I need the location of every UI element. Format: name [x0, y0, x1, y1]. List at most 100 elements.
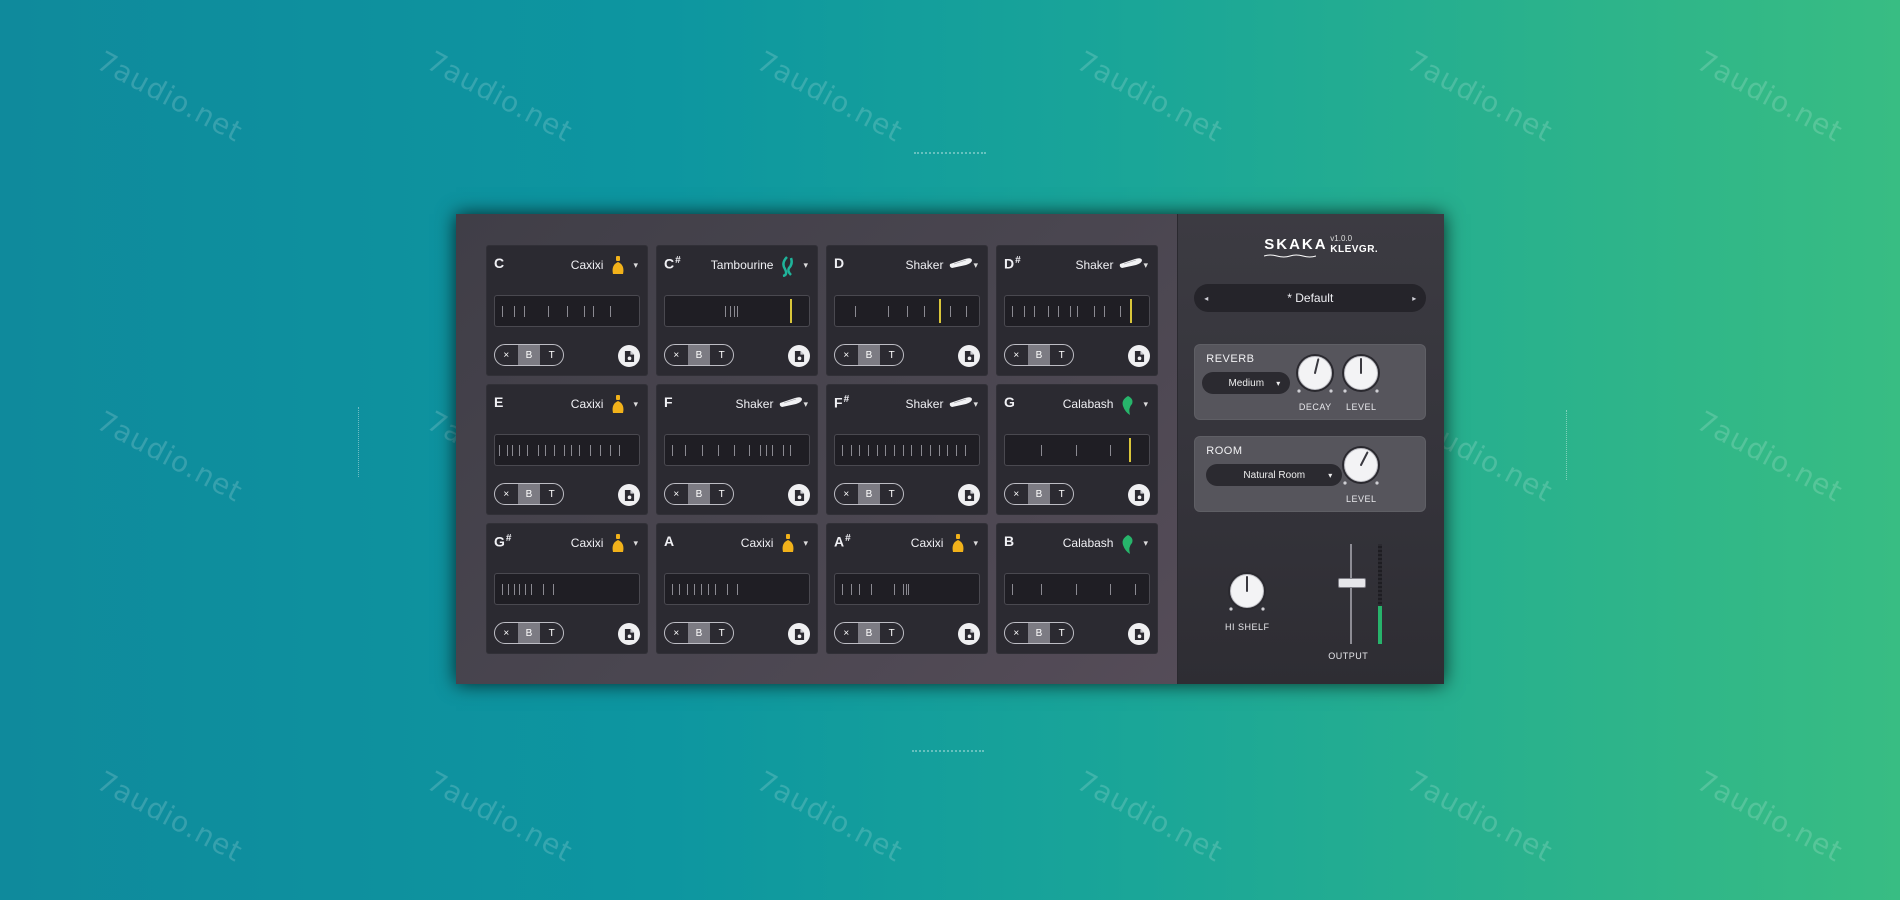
- pad-4[interactable]: E Caxixi ▾ × B T: [486, 384, 648, 515]
- mute-button[interactable]: ×: [835, 484, 858, 504]
- reverb-type-dropdown[interactable]: Medium ▾: [1202, 372, 1291, 394]
- chevron-down-icon[interactable]: ▾: [973, 260, 978, 271]
- instrument-selector[interactable]: Shaker ▾: [905, 255, 978, 275]
- output-fader-track[interactable]: [1350, 544, 1353, 644]
- hi-shelf-knob[interactable]: [1226, 570, 1268, 612]
- chevron-down-icon[interactable]: ▾: [1143, 538, 1148, 549]
- chevron-down-icon[interactable]: ▾: [1143, 399, 1148, 410]
- chevron-down-icon[interactable]: ▾: [1143, 260, 1148, 271]
- chevron-down-icon[interactable]: ▾: [633, 538, 638, 549]
- pad-8[interactable]: G# Caxixi ▾ × B T: [486, 523, 648, 654]
- pattern-display[interactable]: [664, 295, 810, 327]
- mute-button[interactable]: ×: [495, 345, 518, 365]
- mute-button[interactable]: ×: [665, 623, 688, 643]
- file-drag-icon[interactable]: [618, 484, 640, 506]
- mute-button[interactable]: ×: [835, 345, 858, 365]
- pad-9[interactable]: A Caxixi ▾ × B T: [656, 523, 818, 654]
- pad-10[interactable]: A# Caxixi ▾ × B T: [826, 523, 988, 654]
- chevron-down-icon[interactable]: ▾: [633, 260, 638, 271]
- instrument-selector[interactable]: Calabash ▾: [1063, 394, 1148, 415]
- mute-button[interactable]: ×: [1005, 484, 1028, 504]
- output-fader-handle[interactable]: [1338, 578, 1367, 588]
- t-button[interactable]: T: [1050, 345, 1073, 365]
- t-button[interactable]: T: [880, 623, 903, 643]
- file-drag-icon[interactable]: [1128, 623, 1150, 645]
- b-button[interactable]: B: [687, 345, 711, 365]
- t-button[interactable]: T: [540, 623, 563, 643]
- file-drag-icon[interactable]: [958, 484, 980, 506]
- t-button[interactable]: T: [880, 345, 903, 365]
- b-button[interactable]: B: [687, 623, 711, 643]
- pad-2[interactable]: D Shaker ▾ × B T: [826, 245, 988, 376]
- b-button[interactable]: B: [857, 345, 881, 365]
- room-type-dropdown[interactable]: Natural Room ▾: [1206, 464, 1343, 486]
- mute-button[interactable]: ×: [665, 345, 688, 365]
- b-button[interactable]: B: [1027, 623, 1051, 643]
- b-button[interactable]: B: [687, 484, 711, 504]
- chevron-down-icon[interactable]: ▾: [803, 260, 808, 271]
- t-button[interactable]: T: [880, 484, 903, 504]
- triangle-left-icon[interactable]: ◂: [1204, 294, 1208, 303]
- pad-3[interactable]: D# Shaker ▾ × B T: [996, 245, 1158, 376]
- mute-button[interactable]: ×: [495, 484, 518, 504]
- b-button[interactable]: B: [857, 623, 881, 643]
- pattern-display[interactable]: [834, 434, 980, 466]
- file-drag-icon[interactable]: [1128, 484, 1150, 506]
- pattern-display[interactable]: [664, 573, 810, 605]
- preset-selector[interactable]: ◂ * Default ▸: [1194, 284, 1427, 312]
- pad-5[interactable]: F Shaker ▾ × B T: [656, 384, 818, 515]
- b-button[interactable]: B: [517, 345, 541, 365]
- chevron-down-icon[interactable]: ▾: [973, 399, 978, 410]
- b-button[interactable]: B: [517, 623, 541, 643]
- file-drag-icon[interactable]: [958, 623, 980, 645]
- instrument-selector[interactable]: Tambourine ▾: [711, 255, 808, 278]
- mute-button[interactable]: ×: [835, 623, 858, 643]
- triangle-right-icon[interactable]: ▸: [1412, 294, 1416, 303]
- mute-button[interactable]: ×: [665, 484, 688, 504]
- instrument-selector[interactable]: Caxixi ▾: [571, 533, 638, 553]
- file-drag-icon[interactable]: [788, 623, 810, 645]
- chevron-down-icon[interactable]: ▾: [803, 399, 808, 410]
- reverb-decay-knob[interactable]: [1294, 352, 1336, 394]
- mute-button[interactable]: ×: [1005, 623, 1028, 643]
- t-button[interactable]: T: [710, 345, 733, 365]
- instrument-selector[interactable]: Calabash ▾: [1063, 533, 1148, 554]
- instrument-selector[interactable]: Shaker ▾: [735, 394, 808, 414]
- instrument-selector[interactable]: Caxixi ▾: [571, 255, 638, 275]
- chevron-down-icon[interactable]: ▾: [633, 399, 638, 410]
- t-button[interactable]: T: [540, 345, 563, 365]
- reverb-level-knob[interactable]: [1340, 352, 1382, 394]
- file-drag-icon[interactable]: [788, 484, 810, 506]
- file-drag-icon[interactable]: [618, 623, 640, 645]
- file-drag-icon[interactable]: [958, 345, 980, 367]
- pattern-display[interactable]: [834, 295, 980, 327]
- pattern-display[interactable]: [1004, 295, 1150, 327]
- instrument-selector[interactable]: Shaker ▾: [1075, 255, 1148, 275]
- t-button[interactable]: T: [540, 484, 563, 504]
- pattern-display[interactable]: [834, 573, 980, 605]
- instrument-selector[interactable]: Caxixi ▾: [911, 533, 978, 553]
- instrument-selector[interactable]: Caxixi ▾: [741, 533, 808, 553]
- t-button[interactable]: T: [710, 623, 733, 643]
- t-button[interactable]: T: [1050, 484, 1073, 504]
- t-button[interactable]: T: [710, 484, 733, 504]
- pattern-display[interactable]: [494, 295, 640, 327]
- instrument-selector[interactable]: Caxixi ▾: [571, 394, 638, 414]
- room-level-knob[interactable]: [1340, 444, 1382, 486]
- t-button[interactable]: T: [1050, 623, 1073, 643]
- mute-button[interactable]: ×: [495, 623, 518, 643]
- pattern-display[interactable]: [1004, 573, 1150, 605]
- b-button[interactable]: B: [857, 484, 881, 504]
- instrument-selector[interactable]: Shaker ▾: [905, 394, 978, 414]
- pad-0[interactable]: C Caxixi ▾ × B T: [486, 245, 648, 376]
- pattern-display[interactable]: [664, 434, 810, 466]
- file-drag-icon[interactable]: [1128, 345, 1150, 367]
- b-button[interactable]: B: [1027, 484, 1051, 504]
- b-button[interactable]: B: [517, 484, 541, 504]
- mute-button[interactable]: ×: [1005, 345, 1028, 365]
- pad-11[interactable]: B Calabash ▾ × B T: [996, 523, 1158, 654]
- file-drag-icon[interactable]: [618, 345, 640, 367]
- pattern-display[interactable]: [494, 434, 640, 466]
- pad-1[interactable]: C# Tambourine ▾ × B T: [656, 245, 818, 376]
- pad-6[interactable]: F# Shaker ▾ × B T: [826, 384, 988, 515]
